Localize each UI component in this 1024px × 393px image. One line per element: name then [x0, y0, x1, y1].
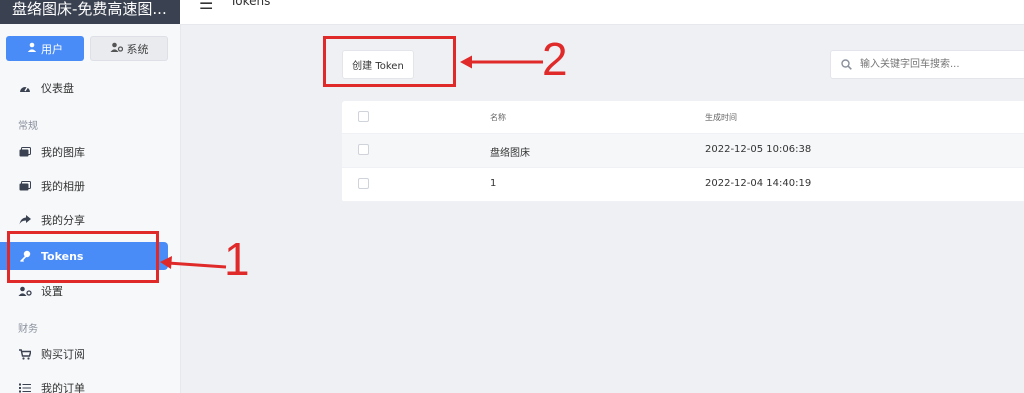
- user-gear-icon: [18, 286, 32, 296]
- sidebar-item-gallery[interactable]: 我的图库: [0, 138, 168, 166]
- search-icon: [841, 59, 852, 70]
- user-tab-button[interactable]: 用户: [6, 36, 84, 61]
- brand-title[interactable]: 盘络图床-免费高速图...: [0, 0, 180, 24]
- user-icon: [27, 42, 37, 55]
- highlight-box-tokens: [7, 231, 159, 283]
- arrow-annotation-icon: [460, 55, 543, 69]
- system-tab-button[interactable]: 系统: [90, 36, 168, 61]
- sidebar-item-label: 我的订单: [41, 382, 85, 393]
- images-icon: [18, 147, 32, 157]
- row-checkbox[interactable]: [358, 178, 369, 189]
- highlight-box-create: [323, 36, 456, 87]
- role-switch: 用户 系统: [6, 36, 168, 61]
- sidebar-item-label: 我的图库: [41, 146, 85, 159]
- token-created: 2022-12-04 14:40:19: [705, 178, 812, 189]
- tokens-table: 名称 生成时间 盘络图床 2022-12-05 10:06:38 1 2022-…: [342, 101, 1024, 202]
- token-name: 盘络图床: [490, 148, 530, 159]
- share-icon: [18, 215, 32, 225]
- user-gear-icon: [110, 42, 123, 55]
- sidebar-item-orders[interactable]: 我的订单: [0, 374, 168, 393]
- sidebar-item-label: 购买订阅: [41, 348, 85, 361]
- arrow-annotation-icon: [160, 256, 227, 269]
- search-input[interactable]: [858, 58, 1012, 71]
- gauge-icon: [18, 83, 32, 93]
- sidebar: 盘络图床-免费高速图... 用户 系统 仪表盘 常规 我的图库 我的相册 我的分…: [0, 0, 181, 393]
- page-title: Tokens: [230, 0, 271, 8]
- sidebar-item-label: 仪表盘: [41, 82, 74, 95]
- table-row[interactable]: 1 2022-12-04 14:40:19: [342, 168, 1024, 202]
- user-tab-label: 用户: [41, 42, 63, 56]
- table-row[interactable]: 盘络图床 2022-12-05 10:06:38: [342, 134, 1024, 168]
- annotation-number-one: 1: [224, 233, 250, 285]
- column-header-created[interactable]: 生成时间: [705, 112, 737, 123]
- sidebar-item-label: 我的分享: [41, 214, 85, 227]
- sidebar-item-label: 我的相册: [41, 180, 85, 193]
- sidebar-item-dashboard[interactable]: 仪表盘: [0, 74, 168, 102]
- search-box[interactable]: [830, 50, 1024, 79]
- group-label-finance: 财务: [18, 324, 38, 335]
- images-icon: [18, 181, 32, 191]
- column-header-name[interactable]: 名称: [490, 112, 506, 123]
- select-all-checkbox[interactable]: [358, 111, 369, 122]
- token-created: 2022-12-05 10:06:38: [705, 144, 812, 155]
- top-bar: ☰ Tokens: [180, 0, 1024, 25]
- system-tab-label: 系统: [126, 42, 149, 56]
- row-checkbox[interactable]: [358, 144, 369, 155]
- cart-icon: [18, 348, 32, 360]
- token-name: 1: [490, 178, 497, 189]
- sidebar-item-subscribe[interactable]: 购买订阅: [0, 340, 168, 368]
- sidebar-item-shares[interactable]: 我的分享: [0, 206, 168, 234]
- annotation-number-two: 2: [542, 33, 568, 85]
- sidebar-item-albums[interactable]: 我的相册: [0, 172, 168, 200]
- sidebar-item-label: 设置: [41, 285, 63, 298]
- group-label-general: 常规: [18, 121, 38, 132]
- list-icon: [18, 383, 32, 393]
- table-header-row: 名称 生成时间: [342, 101, 1024, 134]
- menu-toggle-icon[interactable]: ☰: [199, 0, 213, 12]
